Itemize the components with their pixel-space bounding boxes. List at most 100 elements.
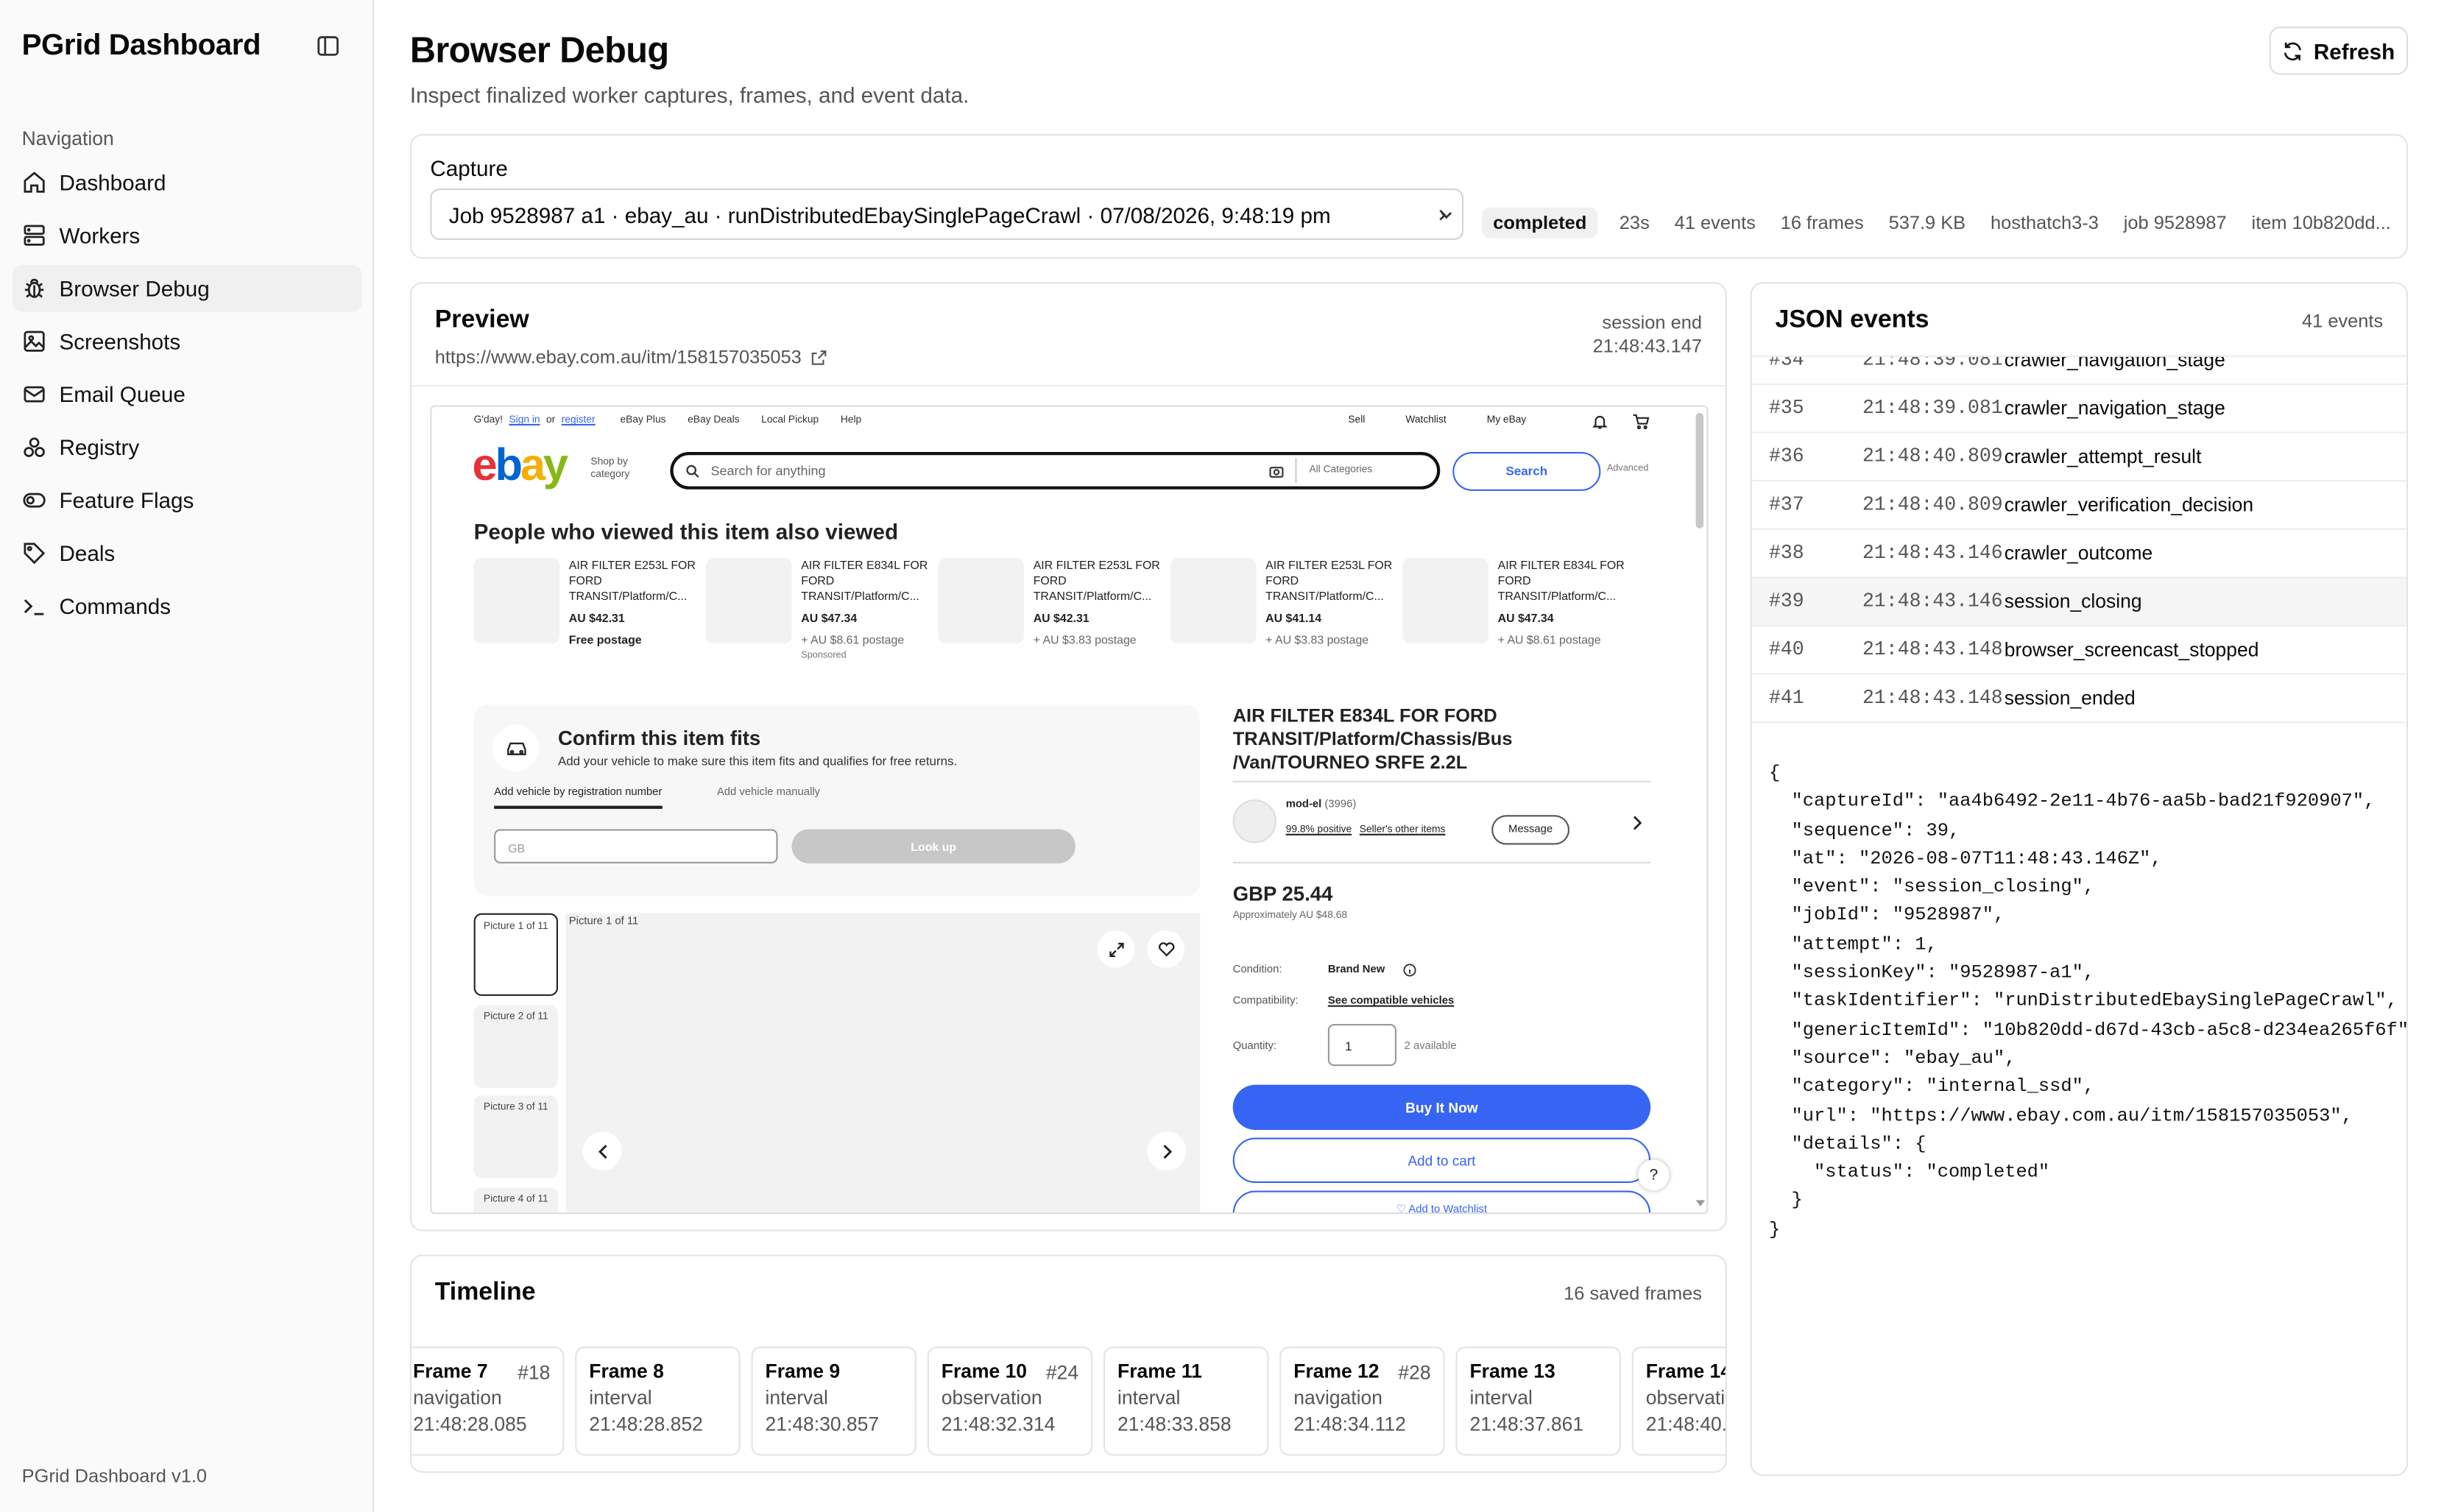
lookup-button[interactable]: Look up — [791, 829, 1076, 863]
gallery-thumbnail[interactable]: Picture 4 of 11 — [473, 1187, 558, 1213]
sponsored-label: Sponsored — [801, 651, 847, 661]
condition-label: Condition: — [1232, 964, 1282, 976]
frame-card[interactable]: Frame 14 observatio 21:48:40. — [1631, 1346, 1726, 1456]
event-row[interactable]: #36 21:48:40.809 crawler_attempt_result — [1751, 434, 2406, 482]
sidebar-item-email-queue[interactable]: Email Queue — [13, 371, 361, 418]
ebay-plus[interactable]: eBay Plus — [621, 414, 666, 425]
scrollbar[interactable] — [1695, 413, 1704, 529]
mail-icon — [24, 386, 45, 403]
ebay-my-ebay[interactable]: My eBay — [1487, 414, 1527, 425]
divider — [1232, 861, 1651, 863]
session-end-time: 21:48:43.147 — [1592, 335, 1702, 357]
add-to-cart-button[interactable]: Add to cart — [1232, 1137, 1651, 1183]
event-row[interactable]: #34 21:48:39.081 crawler_navigation_stage — [1751, 357, 2406, 385]
gallery-thumbnail[interactable]: Picture 1 of 11 — [473, 913, 558, 996]
ebay-logo[interactable]: ebay — [473, 441, 568, 492]
event-row[interactable]: #38 21:48:43.146 crawler_outcome — [1751, 530, 2406, 579]
frame-card[interactable]: Frame 8 interval 21:48:28.852 — [575, 1346, 741, 1456]
ebay-categories-select[interactable]: All Categories — [1309, 464, 1372, 476]
list-item[interactable]: AIR FILTER E253L FOR FORD TRANSIT/Platfo… — [938, 557, 1170, 664]
ebay-watchlist[interactable]: Watchlist — [1405, 414, 1446, 425]
tab-manual[interactable]: Add vehicle manually — [717, 787, 820, 798]
buy-it-now-button[interactable]: Buy It Now — [1232, 1084, 1651, 1130]
ebay-sign-in[interactable]: Sign in — [509, 414, 540, 425]
sidebar-item-registry[interactable]: Registry — [13, 424, 361, 471]
list-item[interactable]: AIR FILTER E253L FOR FORD TRANSIT/Platfo… — [1170, 557, 1402, 664]
seller-other-items[interactable]: Seller's other items — [1360, 824, 1446, 836]
boxes-icon — [24, 437, 45, 457]
timeline-frames: Frame 7 #18 navigation 21:48:28.085 Frame 8… — [411, 1346, 1726, 1456]
sidebar-item-feature-flags[interactable]: Feature Flags — [13, 477, 361, 524]
sidebar-item-deals[interactable]: Deals — [13, 530, 361, 577]
list-item[interactable]: AIR FILTER E253L FOR FORD TRANSIT/Platfo… — [473, 557, 706, 664]
ebay-search-button[interactable]: Search — [1452, 451, 1601, 491]
event-row-selected[interactable]: #39 21:48:43.146 session_closing — [1751, 578, 2406, 627]
event-number: #36 — [1769, 445, 1804, 468]
sidebar-item-browser-debug[interactable]: Browser Debug — [12, 264, 362, 312]
preview-url[interactable]: https://www.ebay.com.au/itm/158157035053 — [435, 346, 828, 368]
info-icon[interactable] — [1402, 963, 1416, 977]
frame-card[interactable]: Frame 10 #24 observation 21:48:32.314 — [927, 1346, 1093, 1456]
compatible-vehicles-link[interactable]: See compatible vehicles — [1328, 996, 1454, 1007]
sidebar-item-commands[interactable]: Commands — [13, 583, 361, 630]
event-row[interactable]: #41 21:48:43.148 session_ended — [1751, 675, 2406, 724]
gallery-next-icon[interactable] — [1147, 1131, 1187, 1171]
event-list[interactable]: #34 21:48:39.081 crawler_navigation_stage … — [1751, 355, 2406, 734]
sidebar-item-dashboard[interactable]: Dashboard — [13, 159, 361, 206]
sidebar-item-screenshots[interactable]: Screenshots — [13, 318, 361, 365]
ebay-search-bar[interactable]: Search for anything All Categories — [670, 451, 1441, 490]
product-price: AU $42.31 — [1033, 610, 1089, 625]
thumbnail-alt: Picture 3 of 11 — [483, 1101, 548, 1113]
gallery-prev-icon[interactable] — [582, 1131, 622, 1171]
sidebar-item-label: Dashboard — [59, 169, 166, 195]
gallery-thumbnail[interactable]: Picture 2 of 11 — [473, 1005, 558, 1088]
product-postage: + AU $8.61 postage — [801, 632, 905, 647]
tab-registration[interactable]: Add vehicle by registration number — [494, 787, 663, 809]
event-row[interactable]: #37 21:48:40.809 crawler_verification_deci… — [1751, 481, 2406, 530]
ebay-sell[interactable]: Sell — [1348, 414, 1365, 425]
message-button[interactable]: Message — [1491, 815, 1570, 845]
ebay-deals[interactable]: eBay Deals — [688, 414, 739, 425]
scroll-down-icon[interactable] — [1695, 1200, 1706, 1208]
capture-meta: completed 23s 41 events 16 frames 537.9 … — [1482, 207, 2415, 239]
help-button[interactable]: ? — [1638, 1159, 1670, 1191]
frame-card[interactable]: Frame 12 #28 navigation 21:48:34.112 — [1279, 1346, 1445, 1456]
timeline-card: Timeline 16 saved frames Frame 7 #18 navig… — [409, 1254, 1727, 1473]
frame-card[interactable]: Frame 11 interval 21:48:33.858 — [1103, 1346, 1269, 1456]
frame-card[interactable]: Frame 9 interval 21:48:30.857 — [751, 1346, 916, 1456]
list-item[interactable]: AIR FILTER E834L FOR FORD TRANSIT/Platfo… — [1402, 557, 1634, 664]
preview-card: Preview https://www.ebay.com.au/itm/1581… — [409, 282, 1727, 1232]
event-row[interactable]: #40 21:48:43.148 browser_screencast_stoppe… — [1751, 626, 2406, 675]
gallery-main-image[interactable]: Picture 1 of 11 — [565, 913, 1201, 1213]
heart-icon[interactable] — [1147, 930, 1185, 968]
frame-card[interactable]: Frame 7 #18 navigation 21:48:28.085 — [411, 1346, 565, 1456]
refresh-button[interactable]: Refresh — [2269, 26, 2409, 75]
ebay-register[interactable]: register — [562, 414, 596, 425]
ebay-local-pickup[interactable]: Local Pickup — [761, 414, 819, 425]
external-link-icon[interactable] — [811, 348, 828, 365]
shop-by-category[interactable]: Shop by category — [590, 456, 643, 481]
camera-icon[interactable] — [1268, 464, 1284, 478]
list-item[interactable]: AIR FILTER E834L FOR FORD TRANSIT/Platfo… — [706, 557, 938, 664]
quantity-input[interactable]: 1 — [1327, 1024, 1397, 1067]
frame-card[interactable]: Frame 13 interval 21:48:37.861 — [1455, 1346, 1621, 1456]
seller-name[interactable]: mod-el — [1286, 799, 1322, 810]
bell-icon[interactable] — [1592, 413, 1608, 430]
seller-avatar[interactable] — [1232, 799, 1276, 844]
event-time: 21:48:43.146 — [1862, 590, 2003, 613]
ebay-help[interactable]: Help — [841, 414, 861, 425]
event-row[interactable]: #35 21:48:39.081 crawler_navigation_stage — [1751, 385, 2406, 434]
cart-icon[interactable] — [1632, 413, 1649, 430]
expand-icon[interactable] — [1097, 930, 1135, 968]
gallery-thumbnail[interactable]: Picture 3 of 11 — [473, 1095, 558, 1179]
registration-input[interactable]: GB — [494, 829, 778, 863]
ebay-advanced-link[interactable]: Advanced — [1607, 464, 1649, 474]
chevron-right-icon[interactable] — [1632, 815, 1643, 830]
sidebar-item-workers[interactable]: Workers — [13, 212, 361, 259]
seller-positive[interactable]: 99.8% positive — [1286, 824, 1352, 836]
approx-price: Approximately AU $48.68 — [1232, 910, 1348, 922]
add-to-watchlist-button[interactable]: ♡ Add to Watchlist — [1232, 1190, 1651, 1213]
screencast-frame[interactable]: G'day! Sign in or register eBay Plus eBa… — [430, 405, 1709, 1215]
capture-select[interactable]: Job 9528987 a1 · ebay_au · runDistribute… — [430, 188, 1464, 241]
sidebar-toggle-icon[interactable] — [317, 35, 340, 58]
